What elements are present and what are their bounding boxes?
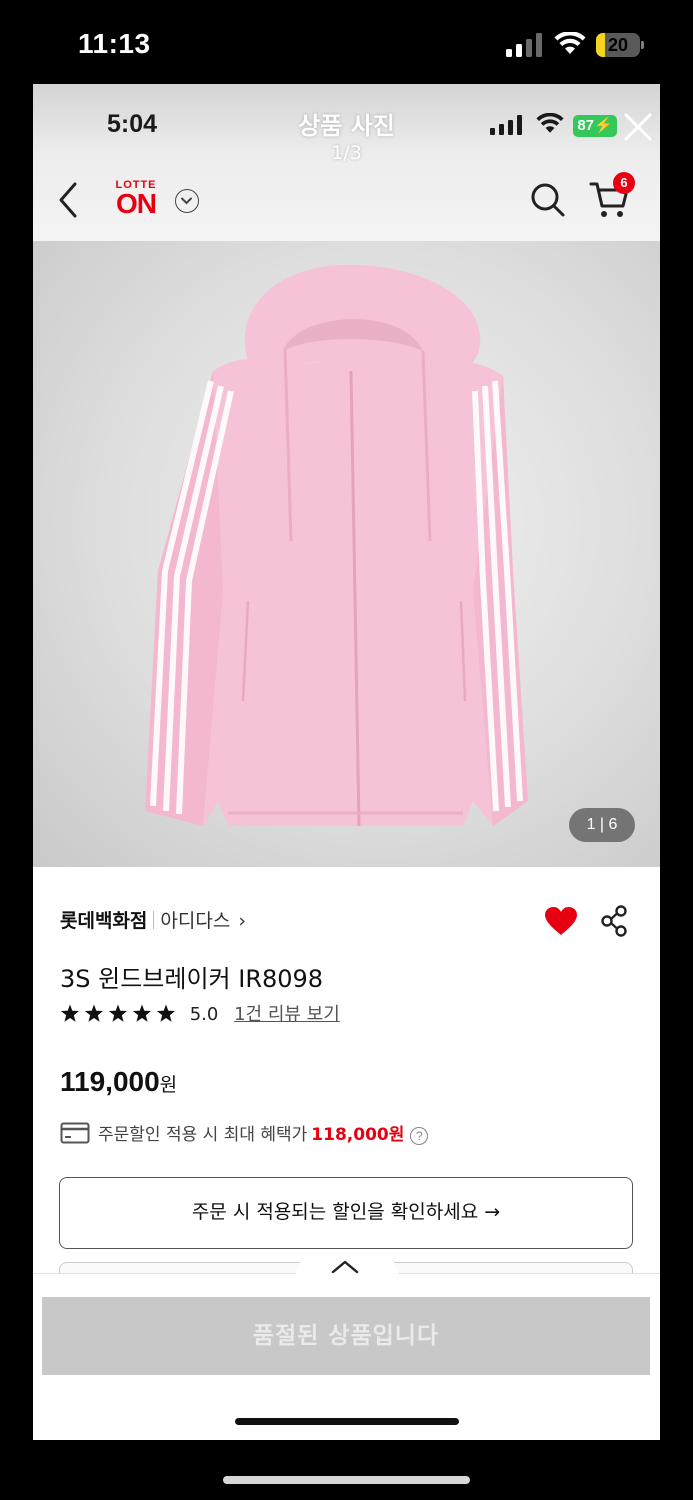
star-rating xyxy=(60,1004,176,1022)
chevron-down-icon[interactable] xyxy=(175,189,199,213)
soldout-button: 품절된 상품입니다 xyxy=(42,1297,650,1375)
benefit-row: 주문할인 적용 시 최대 혜택가 118,000원? xyxy=(60,1120,429,1145)
logo-on-text: ON xyxy=(116,188,157,219)
star-icon xyxy=(156,1004,176,1022)
star-icon xyxy=(108,1004,128,1022)
outer-battery-level: 20 xyxy=(607,35,629,55)
battery-icon: 20 xyxy=(596,33,644,57)
store-brand-row: 롯데백화점 아디다스 › xyxy=(60,906,246,933)
outer-status-time: 11:13 xyxy=(78,28,151,59)
star-icon xyxy=(60,1004,80,1022)
help-icon[interactable]: ? xyxy=(410,1127,429,1145)
divider xyxy=(153,911,155,929)
image-counter: 1 | 6 xyxy=(569,808,635,842)
share-icon[interactable] xyxy=(599,904,629,938)
rating-row: 5.0 1건 리뷰 보기 xyxy=(60,1000,340,1025)
check-discount-button[interactable]: 주문 시 적용되는 할인을 확인하세요 → xyxy=(59,1177,633,1249)
brand-link[interactable]: 아디다스 xyxy=(160,910,230,932)
price: 119,000원 xyxy=(60,1066,177,1098)
benefit-label: 주문할인 적용 시 최대 혜택가 xyxy=(98,1125,308,1145)
review-link[interactable]: 1건 리뷰 보기 xyxy=(234,1004,340,1025)
close-icon[interactable] xyxy=(623,112,653,142)
benefit-price: 118,000원 xyxy=(311,1125,405,1145)
cart-count-badge: 6 xyxy=(613,172,635,194)
price-unit: 원 xyxy=(159,1074,178,1096)
viewer-title: 상품 사진 xyxy=(298,112,395,140)
signal-icon xyxy=(506,33,542,57)
inner-battery-level: 87 xyxy=(577,117,594,134)
chevron-right-icon[interactable]: › xyxy=(238,910,246,932)
outer-status-bar: 11:13 20 xyxy=(0,0,693,84)
viewer-count: 1/3 xyxy=(331,142,362,164)
signal-icon xyxy=(490,115,522,135)
chevron-up-icon[interactable] xyxy=(331,1259,359,1275)
search-icon[interactable] xyxy=(529,181,567,219)
jacket-illustration xyxy=(145,264,528,827)
card-icon xyxy=(60,1122,90,1144)
star-icon xyxy=(84,1004,104,1022)
battery-icon: 87⚡ xyxy=(573,115,617,137)
wifi-icon xyxy=(554,32,586,54)
back-chevron-icon[interactable] xyxy=(55,180,85,220)
wifi-icon xyxy=(536,113,564,133)
star-icon xyxy=(132,1004,152,1022)
lotte-on-logo[interactable]: LOTTE ON xyxy=(109,179,163,219)
home-indicator xyxy=(235,1418,459,1425)
product-image[interactable] xyxy=(33,241,660,867)
price-value: 119,000 xyxy=(60,1066,160,1097)
home-indicator xyxy=(223,1476,470,1484)
heart-icon[interactable] xyxy=(544,906,578,936)
product-name: 3S 윈드브레이커 IR8098 xyxy=(60,965,324,993)
store-name: 롯데백화점 xyxy=(60,910,148,932)
app-screen: 5:04 상품 사진 1/3 87⚡ LOTTE ON 6 1 | 6 롯데백화… xyxy=(33,84,660,1440)
rating-value: 5.0 xyxy=(189,1004,219,1025)
